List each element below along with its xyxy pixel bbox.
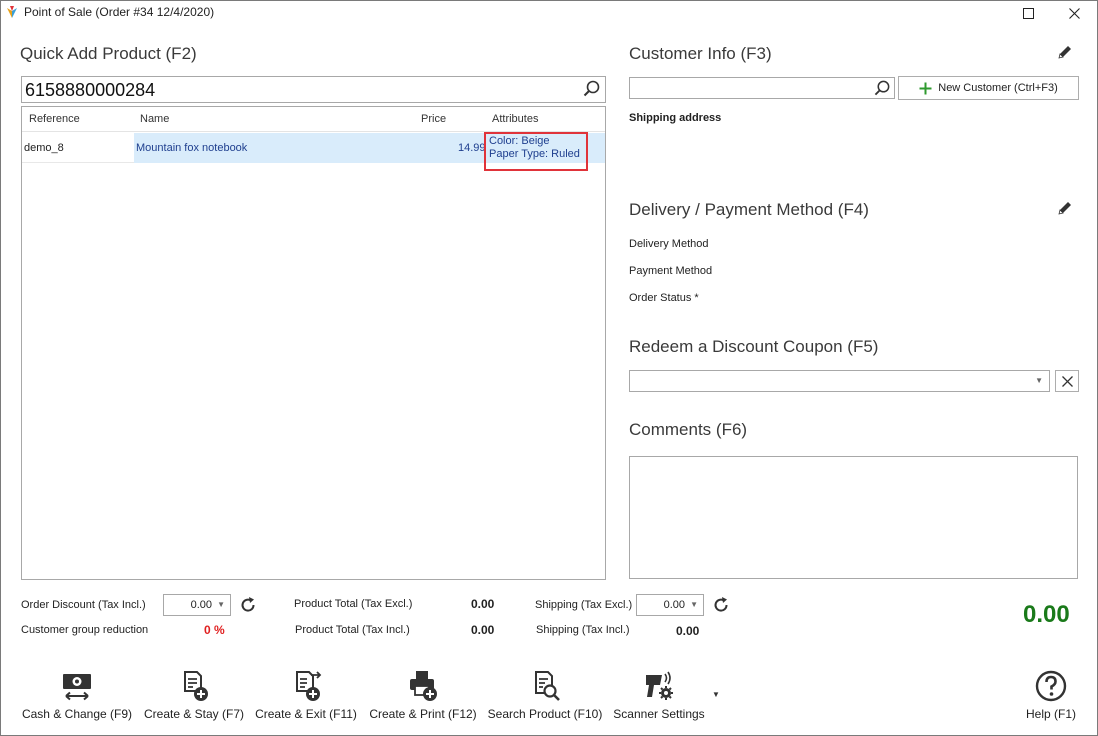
title-bar: Point of Sale (Order #34 12/4/2020) — [1, 1, 1097, 25]
comments-title: Comments (F6) — [629, 420, 748, 439]
product-search-value: 6158880000284 — [25, 80, 156, 100]
chevron-down-icon: ▼ — [1035, 376, 1043, 385]
create-stay-label: Create & Stay (F7) — [143, 707, 245, 721]
printer-icon — [410, 671, 437, 701]
help-label: Help (F1) — [1025, 707, 1076, 721]
create-exit-label: Create & Exit (F11) — [255, 707, 357, 721]
scanner-settings-button[interactable]: Scanner Settings — [611, 669, 707, 725]
product-search-input[interactable]: 6158880000284 — [21, 76, 606, 103]
shipping-incl-value: 0.00 — [676, 624, 700, 638]
group-reduction-value: 0 % — [204, 623, 225, 637]
help-button[interactable]: Help (F1) — [1021, 669, 1081, 725]
close-icon — [1068, 7, 1080, 19]
create-print-label: Create & Print (F12) — [369, 707, 477, 721]
chevron-down-icon: ▼ — [217, 600, 225, 609]
clear-icon — [1061, 375, 1073, 387]
column-header-reference[interactable]: Reference — [29, 113, 80, 125]
product-total-excl-label: Product Total (Tax Excl.) — [294, 598, 413, 610]
shipping-excl-value: 0.00 — [663, 599, 685, 611]
column-header-price[interactable]: Price — [421, 113, 446, 125]
create-exit-icon — [296, 671, 322, 701]
app-logo-icon — [7, 6, 17, 18]
maximize-button[interactable] — [1005, 1, 1051, 25]
create-print-button[interactable]: Create & Print (F12) — [367, 669, 479, 725]
coupon-title: Redeem a Discount Coupon (F5) — [629, 337, 879, 356]
product-total-incl-value: 0.00 — [471, 623, 495, 637]
comments-textarea[interactable] — [629, 456, 1078, 579]
scanner-settings-label: Scanner Settings — [613, 707, 705, 721]
product-total-incl-label: Product Total (Tax Incl.) — [295, 624, 410, 636]
cell-name: Mountain fox notebook — [136, 142, 248, 154]
create-stay-icon — [184, 671, 208, 701]
column-header-name[interactable]: Name — [140, 113, 169, 125]
edit-customer-pencil-icon[interactable] — [1056, 43, 1074, 61]
create-stay-button[interactable]: Create & Stay (F7) — [141, 669, 247, 725]
scanner-dropdown-icon[interactable]: ▼ — [712, 690, 720, 699]
customer-info-title: Customer Info (F3) — [629, 44, 772, 63]
refresh-shipping-icon[interactable] — [711, 595, 731, 615]
attributes-highlight-box — [484, 132, 588, 171]
delivery-payment-title: Delivery / Payment Method (F4) — [629, 200, 869, 219]
payment-method-label: Payment Method — [629, 265, 713, 277]
clear-coupon-button[interactable] — [1055, 370, 1079, 392]
search-product-icon — [535, 671, 560, 701]
cash-change-label: Cash & Change (F9) — [21, 707, 133, 721]
customer-search-icon[interactable] — [874, 80, 891, 97]
delivery-method-label: Delivery Method — [629, 238, 709, 250]
order-status-label: Order Status * — [629, 292, 699, 304]
grid-header: Reference Name Price Attributes — [22, 107, 605, 132]
edit-delivery-pencil-icon[interactable] — [1056, 199, 1074, 217]
shipping-excl-input[interactable]: 0.00 ▼ — [636, 594, 704, 616]
quick-add-title: Quick Add Product (F2) — [20, 44, 197, 63]
shipping-excl-label: Shipping (Tax Excl.) — [535, 599, 633, 611]
cash-icon — [63, 674, 91, 701]
scanner-gear-icon — [646, 671, 673, 700]
window-title: Point of Sale (Order #34 12/4/2020) — [24, 5, 215, 19]
search-product-label: Search Product (F10) — [487, 707, 603, 721]
maximize-icon — [1022, 7, 1034, 19]
cell-reference: demo_8 — [24, 142, 64, 154]
chevron-down-icon: ▼ — [690, 600, 698, 609]
product-grid[interactable]: Reference Name Price Attributes demo_8 M… — [21, 106, 606, 580]
grand-total: 0.00 — [1023, 601, 1070, 628]
new-customer-label: New Customer (Ctrl+F3) — [938, 82, 1058, 94]
new-customer-button[interactable]: New Customer (Ctrl+F3) — [898, 76, 1079, 100]
coupon-select[interactable]: ▼ — [629, 370, 1050, 392]
plus-icon — [919, 82, 932, 94]
close-button[interactable] — [1051, 1, 1097, 25]
order-discount-input[interactable]: 0.00 ▼ — [163, 594, 231, 616]
refresh-discount-icon[interactable] — [238, 595, 258, 615]
pos-window: Point of Sale (Order #34 12/4/2020) Quic… — [0, 0, 1098, 736]
cash-change-button[interactable]: Cash & Change (F9) — [21, 669, 133, 725]
create-exit-button[interactable]: Create & Exit (F11) — [253, 669, 359, 725]
product-total-excl-value: 0.00 — [471, 597, 495, 611]
order-discount-label: Order Discount (Tax Incl.) — [21, 599, 146, 611]
shipping-address-label: Shipping address — [629, 112, 722, 124]
cell-price: 14.99 — [458, 142, 486, 154]
order-discount-value: 0.00 — [190, 599, 212, 611]
customer-search-input[interactable] — [629, 77, 895, 99]
help-icon — [1035, 670, 1067, 702]
shipping-incl-label: Shipping (Tax Incl.) — [536, 624, 630, 636]
search-product-button[interactable]: Search Product (F10) — [487, 669, 603, 725]
group-reduction-label: Customer group reduction — [21, 624, 149, 636]
column-header-attributes[interactable]: Attributes — [492, 113, 538, 125]
search-icon[interactable] — [583, 80, 601, 98]
